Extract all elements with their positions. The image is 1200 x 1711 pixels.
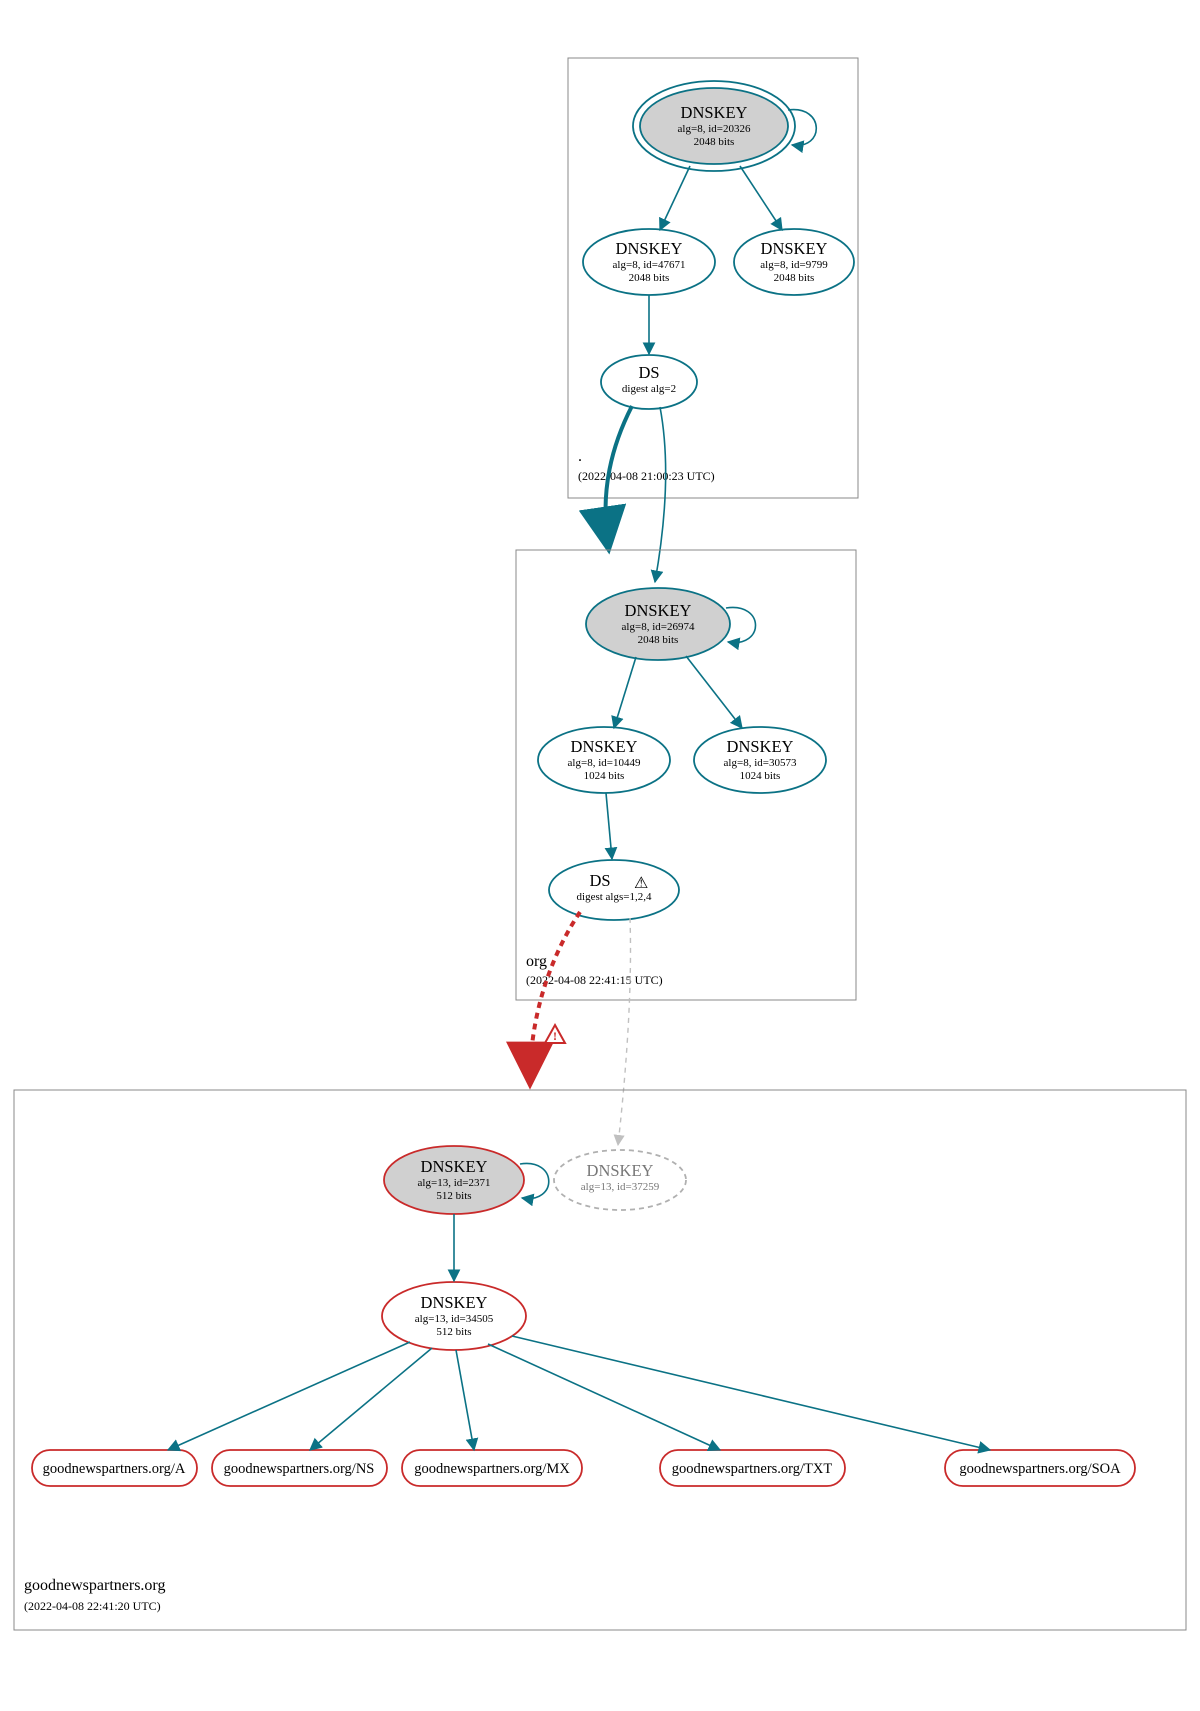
rrset-mx-label: goodnewspartners.org/MX	[414, 1461, 570, 1477]
edge-orgksk-zsk1	[614, 657, 636, 728]
rrset-pill-mx: goodnewspartners.org/MX	[402, 1450, 582, 1486]
edge-zsk-ns	[310, 1348, 432, 1450]
dnssec-chain-diagram: DNSKEY alg=8, id=20326 2048 bits DNSKEY …	[0, 0, 1200, 1711]
zone-label-root: .	[578, 448, 582, 465]
root-zsk2-line2: 2048 bits	[774, 272, 815, 284]
error-icon: !	[545, 1025, 565, 1043]
edge-rootksk-zsk1	[660, 166, 690, 230]
rrset-pill-soa: goodnewspartners.org/SOA	[945, 1450, 1135, 1486]
org-zsk1-line2: 1024 bits	[584, 770, 625, 782]
org-ds-line1: digest algs=1,2,4	[577, 891, 652, 903]
dom-ksk-line1: alg=13, id=2371	[418, 1177, 491, 1189]
node-domain-ksk-stale: DNSKEY alg=13, id=37259	[554, 1150, 686, 1210]
root-ds-title: DS	[638, 363, 659, 382]
rrset-pill-a: goodnewspartners.org/A	[32, 1450, 197, 1486]
root-ksk-line2: 2048 bits	[694, 136, 735, 148]
org-ksk-line1: alg=8, id=26974	[622, 621, 695, 633]
svg-text:!: !	[553, 1029, 557, 1043]
edge-root-to-org-thin	[655, 407, 666, 582]
org-zsk2-line1: alg=8, id=30573	[724, 757, 797, 769]
root-ksk-line1: alg=8, id=20326	[678, 123, 751, 135]
root-zsk1-line2: 2048 bits	[629, 272, 670, 284]
node-domain-zsk: DNSKEY alg=13, id=34505 512 bits	[382, 1282, 526, 1350]
root-ksk-title: DNSKEY	[681, 103, 748, 122]
node-org-zsk2: DNSKEY alg=8, id=30573 1024 bits	[694, 727, 826, 793]
rrset-pill-txt: goodnewspartners.org/TXT	[660, 1450, 845, 1486]
org-ksk-title: DNSKEY	[625, 601, 692, 620]
root-zsk2-title: DNSKEY	[761, 239, 828, 258]
zone-label-org: org	[526, 953, 547, 970]
edge-org-to-domain-error	[530, 912, 580, 1080]
edge-orgzsk1-ds	[606, 793, 612, 859]
dom-ksk-title: DNSKEY	[421, 1157, 488, 1176]
edge-org-to-domain-stale	[618, 918, 631, 1145]
edge-rootksk-zsk2	[740, 166, 782, 230]
edge-zsk-soa	[512, 1336, 990, 1450]
node-root-zsk1: DNSKEY alg=8, id=47671 2048 bits	[583, 229, 715, 295]
dom-zsk-line1: alg=13, id=34505	[415, 1313, 494, 1325]
org-zsk1-line1: alg=8, id=10449	[568, 757, 641, 769]
node-root-ksk: DNSKEY alg=8, id=20326 2048 bits	[633, 81, 795, 171]
dom-kskold-title: DNSKEY	[587, 1161, 654, 1180]
zone-ts-root: (2022-04-08 21:00:23 UTC)	[578, 469, 715, 483]
node-root-ds: DS digest alg=2	[601, 355, 697, 409]
node-org-ds: DS ⚠ digest algs=1,2,4	[549, 860, 679, 920]
edge-zsk-mx	[456, 1350, 474, 1450]
warning-icon: ⚠	[634, 875, 648, 892]
node-org-zsk1: DNSKEY alg=8, id=10449 1024 bits	[538, 727, 670, 793]
zone-label-domain: goodnewspartners.org	[24, 1577, 165, 1594]
root-ds-line1: digest alg=2	[622, 383, 676, 395]
rrset-ns-label: goodnewspartners.org/NS	[224, 1461, 375, 1477]
rrset-soa-label: goodnewspartners.org/SOA	[959, 1461, 1121, 1477]
dom-ksk-line2: 512 bits	[436, 1190, 471, 1202]
rrset-a-label: goodnewspartners.org/A	[43, 1461, 186, 1477]
node-root-zsk2: DNSKEY alg=8, id=9799 2048 bits	[734, 229, 854, 295]
edge-orgksk-zsk2	[686, 656, 742, 728]
dom-zsk-title: DNSKEY	[421, 1293, 488, 1312]
org-ds-title: DS	[589, 871, 610, 890]
org-zsk2-line2: 1024 bits	[740, 770, 781, 782]
rrset-txt-label: goodnewspartners.org/TXT	[672, 1461, 833, 1477]
node-domain-ksk: DNSKEY alg=13, id=2371 512 bits	[384, 1146, 524, 1214]
org-zsk1-title: DNSKEY	[571, 737, 638, 756]
org-zsk2-title: DNSKEY	[727, 737, 794, 756]
rrset-pill-ns: goodnewspartners.org/NS	[212, 1450, 387, 1486]
zone-ts-domain: (2022-04-08 22:41:20 UTC)	[24, 1599, 161, 1613]
dom-zsk-line2: 512 bits	[436, 1326, 471, 1338]
dom-kskold-line1: alg=13, id=37259	[581, 1181, 660, 1193]
root-zsk2-line1: alg=8, id=9799	[760, 259, 828, 271]
edge-zsk-txt	[488, 1344, 720, 1450]
org-ksk-line2: 2048 bits	[638, 634, 679, 646]
root-zsk1-line1: alg=8, id=47671	[613, 259, 686, 271]
root-zsk1-title: DNSKEY	[616, 239, 683, 258]
node-org-ksk: DNSKEY alg=8, id=26974 2048 bits	[586, 588, 730, 660]
